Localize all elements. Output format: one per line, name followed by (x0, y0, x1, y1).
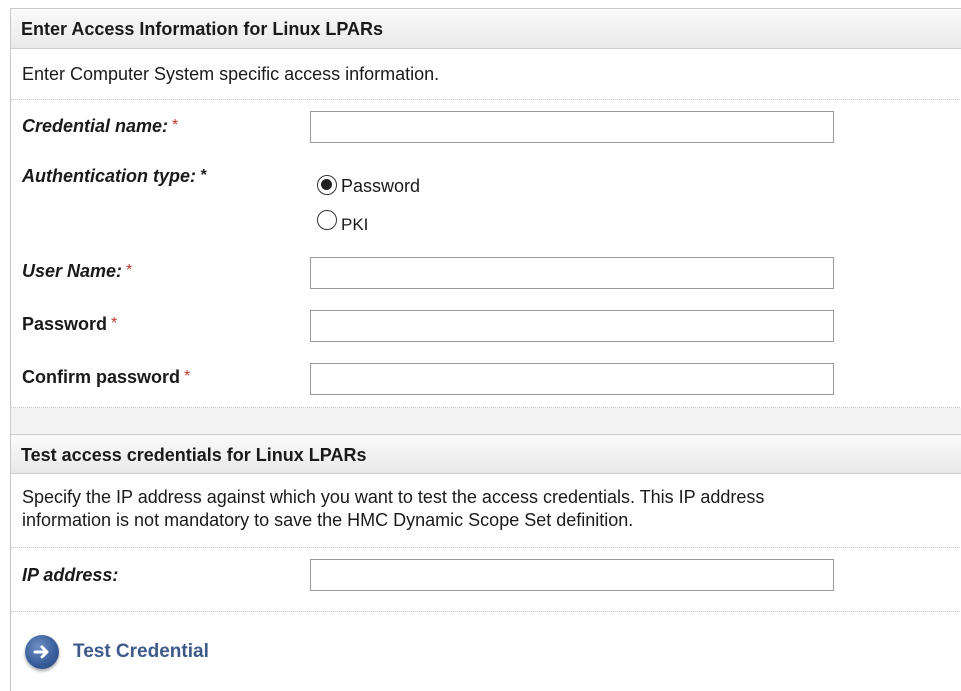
authentication-type-label: Authentication type: * (22, 166, 206, 187)
credential-name-input[interactable] (310, 111, 834, 143)
required-marker: * (184, 368, 191, 385)
authentication-type-label-text: Authentication type: (22, 166, 196, 186)
auth-option-password[interactable]: Password (317, 172, 420, 197)
password-label-text: Password (22, 314, 108, 334)
arrow-right-icon[interactable] (25, 635, 59, 669)
test-credential-button[interactable]: Test Credential (25, 635, 209, 669)
user-name-label-text: User Name: (22, 261, 123, 281)
password-input[interactable] (310, 310, 834, 342)
auth-option-pki-label: PKI (341, 215, 369, 234)
confirm-password-input[interactable] (310, 363, 834, 395)
required-marker: * (172, 117, 179, 134)
auth-option-password-label: Password (341, 176, 421, 196)
auth-option-pki[interactable]: PKI (317, 205, 368, 235)
radio-pki[interactable] (317, 210, 337, 230)
test-section-header: Test access credentials for Linux LPARs (11, 434, 961, 474)
confirm-password-label-text: Confirm password (22, 367, 181, 387)
user-name-input[interactable] (310, 257, 834, 289)
ip-address-input[interactable] (310, 559, 834, 591)
access-section-header: Enter Access Information for Linux LPARs (11, 9, 961, 49)
divider (11, 547, 961, 548)
user-name-label: User Name: * (22, 261, 132, 282)
credential-name-label: Credential name: * (22, 116, 178, 137)
radio-password[interactable] (317, 174, 337, 195)
required-marker: * (111, 315, 118, 332)
divider (11, 99, 961, 100)
password-label: Password * (22, 314, 117, 335)
access-section-description: Enter Computer System specific access in… (22, 64, 440, 84)
test-section-description-line1: Specify the IP address against which you… (22, 487, 765, 507)
required-marker: * (200, 167, 207, 184)
credentials-panel: Enter Access Information for Linux LPARs… (10, 8, 961, 691)
confirm-password-label: Confirm password * (22, 367, 190, 388)
test-section-description-line2: information is not mandatory to save the… (22, 510, 634, 530)
credential-name-label-text: Credential name: (22, 116, 169, 136)
test-credential-label[interactable]: Test Credential (73, 641, 209, 663)
section-gap (11, 408, 961, 434)
divider (11, 611, 961, 612)
required-marker: * (126, 262, 133, 279)
ip-address-label: IP address: (22, 565, 119, 585)
